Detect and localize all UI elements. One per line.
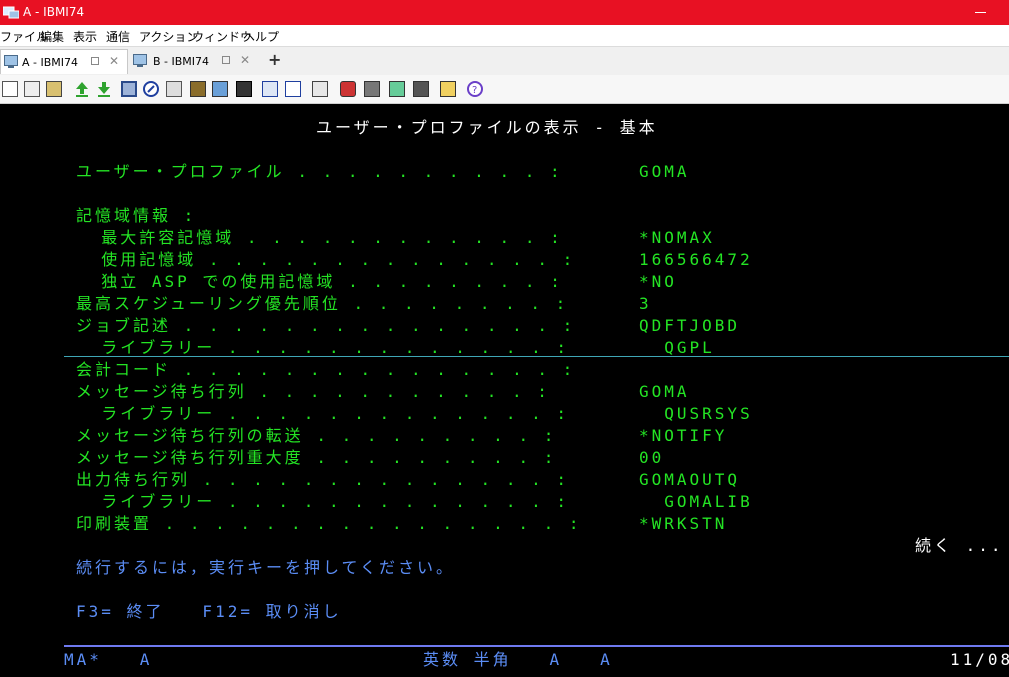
field-value-highest-priority: 3 [639,294,652,313]
menu-bar: ファイル 編集 表示 通信 アクション ウィンドウ ヘルプ [0,25,1009,45]
copy-icon[interactable] [2,81,18,97]
status-input-mode: 英数 半角 A A [423,650,613,669]
window-title: A - IBMI74 [23,5,85,19]
close-icon[interactable]: ✕ [240,53,250,67]
restore-icon[interactable] [222,56,230,64]
field-value-user-profile: GOMA [639,162,690,181]
transfer-icon[interactable] [212,81,228,97]
save-icon[interactable] [121,81,137,97]
field-value-msgq-delivery: *NOTIFY [639,426,728,445]
field-value-msgq-severity: 00 [639,448,665,467]
print-icon[interactable] [46,81,62,97]
field-value-print-device: *WRKSTN [639,514,728,533]
help-icon[interactable]: ? [467,81,483,97]
field-value-job-description: QDFTJOBD [639,316,741,335]
field-value-jobd-library: QGPL [639,338,715,357]
terminal-screen[interactable]: ユーザー・プロファイルの表示 - 基本 ユーザー・プロファイル . . . . … [0,104,1009,677]
field-label-jobd-library: ライブラリー . . . . . . . . . . . . . : [76,338,569,357]
field-label-iasp-storage: 独立 ASP での使用記憶域 . . . . . . . . : [76,272,563,291]
more-indicator: 続く ... [915,536,1004,555]
field-label-storage-info: 記憶域情報 : [76,206,197,225]
field-value-msgq-library: QUSRSYS [639,404,753,423]
field-value-outq-library: GOMALIB [639,492,753,511]
tab-session-a[interactable]: A - IBMI74 ✕ [0,49,128,74]
svg-text:?: ? [472,85,477,96]
menu-edit[interactable]: 編集 [40,28,64,45]
notes-icon[interactable] [166,81,182,97]
screen-title: ユーザー・プロファイルの表示 - 基本 [316,118,658,137]
field-label-output-queue: 出力待ち行列 . . . . . . . . . . . . . . : [76,470,569,489]
tab-session-b[interactable]: B - IBMI74 ✕ [130,49,260,73]
cursor-row-line [64,356,1009,357]
field-label-accounting-code: 会計コード . . . . . . . . . . . . . . . : [76,360,576,379]
field-label-highest-priority: 最高スケジューリング優先順位 . . . . . . . . : [76,294,569,313]
menu-help[interactable]: ヘルプ [243,28,279,45]
menu-communication[interactable]: 通信 [106,28,130,45]
field-label-msgq-delivery: メッセージ待ち行列の転送 . . . . . . . . . : [76,426,557,445]
restore-icon[interactable] [91,57,99,65]
field-value-storage-used: 166566472 [639,250,753,269]
terminal-icon[interactable] [262,81,278,97]
field-value-max-storage: *NOMAX [639,228,715,247]
add-tab-button[interactable]: + [268,50,281,69]
field-label-print-device: 印刷装置 . . . . . . . . . . . . . . . . : [76,514,582,533]
session-tab-bar: A - IBMI74 ✕ B - IBMI74 ✕ + [0,46,1009,76]
field-value-output-queue: GOMAOUTQ [639,470,741,489]
macro-icon[interactable] [340,81,356,97]
printer-session-icon[interactable] [389,81,405,97]
menu-actions[interactable]: アクション [139,28,198,45]
macro-record-icon[interactable] [143,81,159,97]
field-value-message-queue: GOMA [639,382,690,401]
field-value-iasp-storage: *NO [639,272,677,291]
keypad-icon[interactable] [236,81,252,97]
field-label-outq-library: ライブラリー . . . . . . . . . . . . . : [76,492,569,511]
keyboard-icon[interactable] [285,81,301,97]
status-separator [64,645,1009,647]
paste-icon[interactable] [24,81,40,97]
menu-view[interactable]: 表示 [73,28,97,45]
instruction-text: 続行するには，実行キーを押してください。 [76,558,456,577]
status-cursor-position: 11/08 [950,650,1009,669]
upload-icon[interactable] [74,81,90,97]
close-icon[interactable]: ✕ [109,54,119,68]
app-icon [3,6,19,19]
monitor-icon [133,54,147,67]
status-session: MA* A [64,650,153,669]
function-key-legend[interactable]: F3= 終了 F12= 取り消し [76,603,342,621]
download-icon[interactable] [96,81,112,97]
tab-label: B - IBMI74 [153,55,210,68]
field-label-msgq-severity: メッセージ待ち行列重大度 . . . . . . . . . : [76,448,557,467]
field-label-max-storage: 最大許容記憶域 . . . . . . . . . . . . : [76,228,563,247]
title-bar: A - IBMI74 [0,0,1009,25]
stack-icon[interactable] [190,81,206,97]
field-label-storage-used: 使用記憶域 . . . . . . . . . . . . . . : [76,250,576,269]
pause-icon[interactable] [413,81,429,97]
field-label-job-description: ジョブ記述 . . . . . . . . . . . . . . . : [76,316,576,335]
tab-label: A - IBMI74 [22,56,79,69]
field-label-msgq-library: ライブラリー . . . . . . . . . . . . . : [76,404,569,423]
field-label-message-queue: メッセージ待ち行列 . . . . . . . . . . . : [76,382,550,401]
notepad-icon[interactable] [440,81,456,97]
toolbar: ? [0,75,1009,104]
monitor-icon [4,55,18,68]
minimize-button[interactable] [969,2,993,22]
grid-icon[interactable] [312,81,328,97]
field-label-user-profile: ユーザー・プロファイル . . . . . . . . . . : [76,162,563,181]
robot-icon[interactable] [364,81,380,97]
